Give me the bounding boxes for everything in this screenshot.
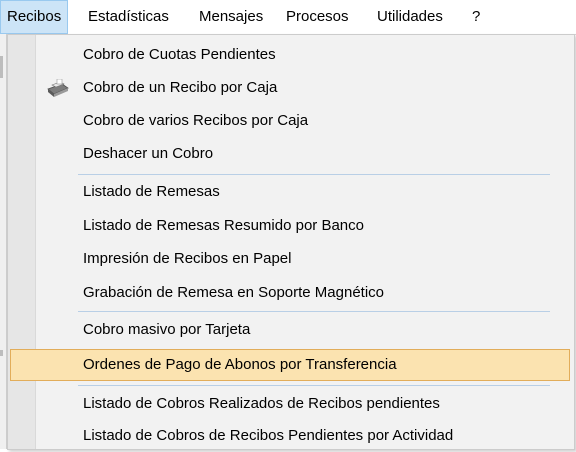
menu-item-label: Cobro de varios Recibos por Caja [83, 112, 309, 129]
menu-utilidades[interactable]: Utilidades [377, 0, 443, 34]
menu-item-label: Cobro masivo por Tarjeta [83, 321, 251, 338]
menu-help[interactable]: ? [472, 0, 480, 34]
menu-item-label: Listado de Remesas [83, 183, 220, 200]
menu-procesos[interactable]: Procesos [286, 0, 349, 34]
window-edge [0, 34, 7, 449]
window-edge-mark [0, 350, 3, 356]
menu-item-listado-remesas[interactable]: Listado de Remesas [10, 176, 570, 208]
menu-item-label: Listado de Remesas Resumido por Banco [83, 217, 364, 234]
menu-item-listado-cobros-actividad[interactable]: Listado de Cobros de Recibos Pendientes … [10, 420, 570, 452]
menu-item-label: Cobro de Cuotas Pendientes [83, 46, 276, 63]
menu-separator [78, 174, 550, 175]
menu-estadisticas[interactable]: Estadísticas [88, 0, 169, 34]
menu-item-label: Listado de Cobros Realizados de Recibos … [83, 395, 440, 412]
menu-item-label: Listado de Cobros de Recibos Pendientes … [83, 427, 454, 444]
menu-mensajes[interactable]: Mensajes [199, 0, 263, 34]
menu-item-listado-cobros-realizados[interactable]: Listado de Cobros Realizados de Recibos … [10, 388, 570, 420]
window-edge-mark [0, 56, 3, 78]
menu-item-cobro-varios-recibos-caja[interactable]: Cobro de varios Recibos por Caja [10, 105, 570, 137]
menu-item-label: Deshacer un Cobro [83, 145, 214, 162]
menu-item-label: Ordenes de Pago de Abonos por Transferen… [83, 356, 397, 373]
menu-item-deshacer-cobro[interactable]: Deshacer un Cobro [10, 138, 570, 170]
cash-register-icon [44, 78, 70, 99]
menu-item-grabacion-remesa-soporte[interactable]: Grabación de Remesa en Soporte Magnético [10, 277, 570, 309]
menu-separator [78, 385, 550, 386]
menu-item-cobro-masivo-tarjeta[interactable]: Cobro masivo por Tarjeta [10, 314, 570, 346]
menu-item-ordenes-pago-abonos-transferencia[interactable]: Ordenes de Pago de Abonos por Transferen… [10, 349, 570, 381]
menu-item-cobro-recibo-caja[interactable]: Cobro de un Recibo por Caja [10, 72, 570, 104]
menu-item-label: Impresión de Recibos en Papel [83, 250, 292, 267]
menu-item-listado-remesas-resumido[interactable]: Listado de Remesas Resumido por Banco [10, 210, 570, 242]
recibos-dropdown-menu: Cobro de Cuotas Pendientes Cobro de un R… [7, 34, 575, 450]
menu-item-cobro-cuotas-pendientes[interactable]: Cobro de Cuotas Pendientes [10, 39, 570, 71]
menu-item-impresion-recibos-papel[interactable]: Impresión de Recibos en Papel [10, 243, 570, 275]
menu-bar: Recibos Estadísticas Mensajes Procesos U… [0, 0, 576, 35]
menu-separator [78, 311, 550, 312]
menu-item-label: Grabación de Remesa en Soporte Magnético [83, 284, 385, 301]
menu-item-label: Cobro de un Recibo por Caja [83, 79, 278, 96]
menu-recibos[interactable]: Recibos [0, 0, 69, 34]
